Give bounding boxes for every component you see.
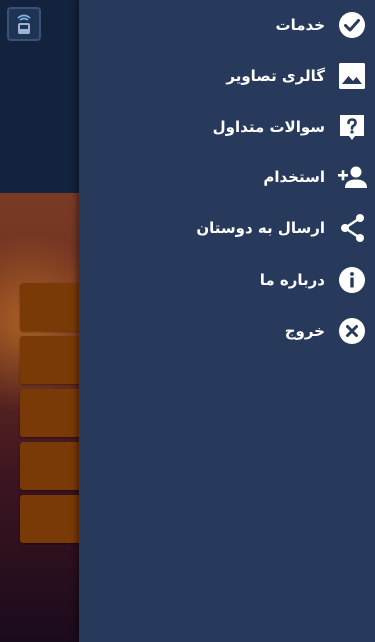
menu-item-exit[interactable]: خروج xyxy=(79,309,375,353)
menu-item-faq[interactable]: سوالات متداول xyxy=(79,105,375,149)
close-circle-icon xyxy=(337,316,367,346)
menu-item-label: خروج xyxy=(284,322,325,340)
check-circle-icon xyxy=(337,10,367,40)
menu-item-about[interactable]: درباره ما xyxy=(79,258,375,302)
menu-item-label: خدمات xyxy=(275,16,325,34)
menu-item-share[interactable]: ارسال به دوستان xyxy=(79,206,375,250)
info-icon xyxy=(337,265,367,295)
share-icon xyxy=(337,213,367,243)
menu-item-label: سوالات متداول xyxy=(212,118,325,136)
menu-item-label: گالری تصاویر xyxy=(226,67,325,85)
menu-item-gallery[interactable]: گالری تصاویر xyxy=(79,54,375,98)
menu-item-services[interactable]: خدمات xyxy=(79,3,375,47)
add-person-icon xyxy=(337,162,367,192)
navigation-drawer: خدمات گالری تصاویر سوالات متداول استخدام… xyxy=(79,0,375,642)
help-icon xyxy=(337,112,367,142)
menu-item-label: درباره ما xyxy=(259,271,325,289)
app-screen: خدمات گالری تصاویر سوالات متداول استخدام… xyxy=(0,0,375,642)
menu-item-jobs[interactable]: استخدام xyxy=(79,155,375,199)
image-icon xyxy=(337,61,367,91)
menu-item-label: ارسال به دوستان xyxy=(196,219,325,237)
menu-item-label: استخدام xyxy=(263,168,325,186)
app-logo xyxy=(7,7,41,41)
